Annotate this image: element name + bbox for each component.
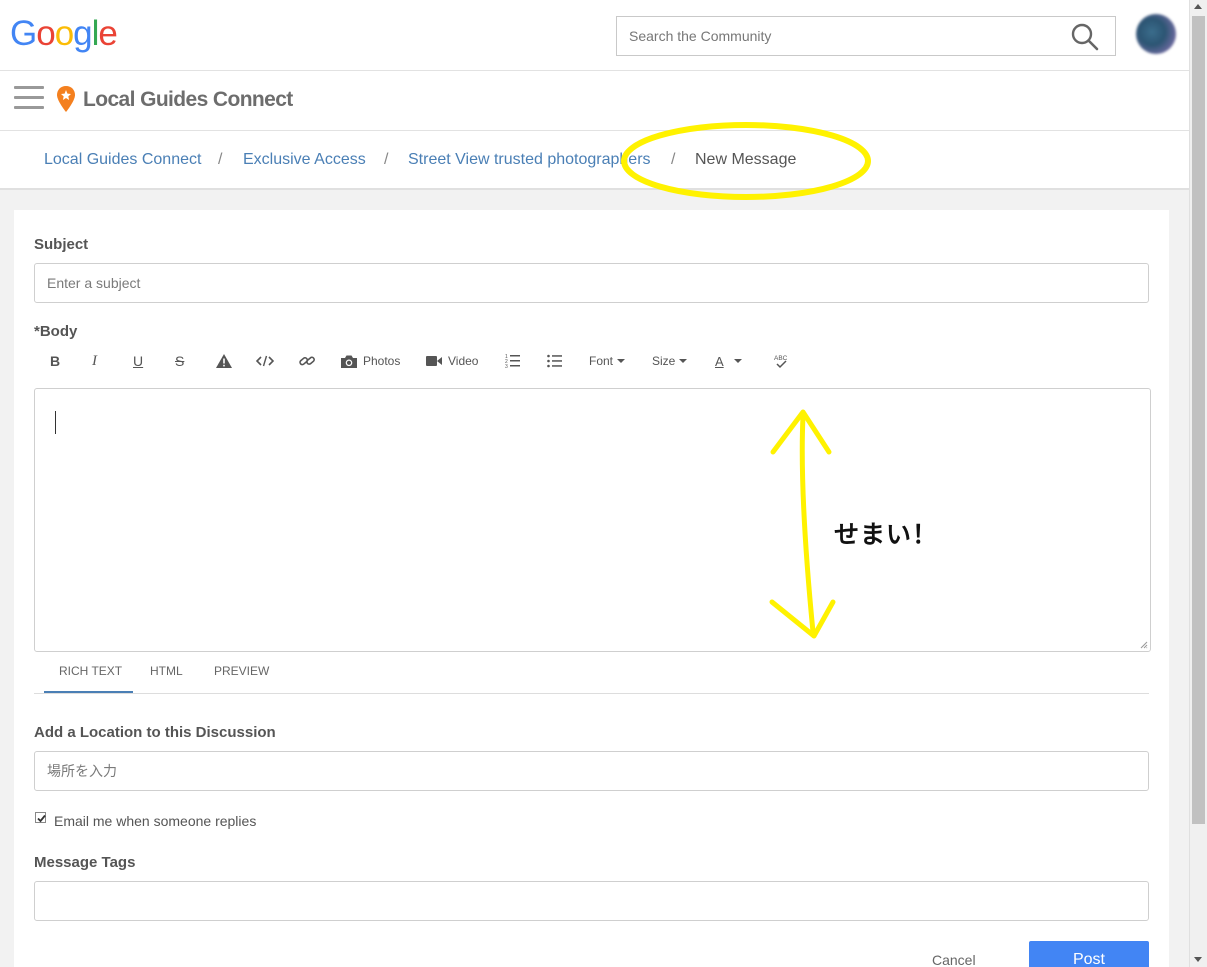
subject-field-wrap [34,263,1149,303]
breadcrumb: Local Guides Connect / Exclusive Access … [0,131,1189,190]
breadcrumb-separator: / [218,151,223,168]
email-replies-label[interactable]: Email me when someone replies [54,813,256,829]
location-label: Add a Location to this Discussion [34,724,276,741]
user-avatar[interactable] [1136,14,1176,54]
code-icon [256,355,274,367]
text-color-icon: A [715,353,724,369]
link-icon [299,356,315,366]
caret-down-icon [733,359,742,363]
google-logo[interactable]: Google [10,14,118,54]
breadcrumb-item-street-view[interactable]: Street View trusted photographers [408,151,651,169]
bold-button[interactable]: B [50,348,60,374]
local-guides-pin-icon [57,86,75,112]
tab-html[interactable]: HTML [150,664,183,678]
new-message-form: Subject *Body B I U S [14,210,1169,967]
breadcrumb-separator: / [384,151,389,168]
text-cursor [55,411,56,434]
video-camera-icon [426,356,442,366]
font-dropdown[interactable]: Font [589,348,626,374]
tags-input[interactable] [35,882,1148,920]
spellcheck-button[interactable]: ABC [773,348,789,374]
menu-icon[interactable] [14,86,44,112]
italic-button[interactable]: I [92,348,97,374]
breadcrumb-item-local-guides-connect[interactable]: Local Guides Connect [44,151,201,169]
tab-preview[interactable]: PREVIEW [214,664,269,678]
strikethrough-button[interactable]: S [175,348,184,374]
spellcheck-icon: ABC [774,355,788,369]
code-button[interactable] [256,348,274,374]
tags-field-wrap [34,881,1149,921]
active-tab-indicator [44,691,133,693]
svg-text:3: 3 [505,364,508,369]
message-tags-label: Message Tags [34,854,136,871]
spoiler-button[interactable] [215,348,233,374]
breadcrumb-item-exclusive-access[interactable]: Exclusive Access [243,151,366,169]
resize-grip-icon[interactable] [1140,641,1148,649]
logo-letter: o [36,14,55,53]
size-label: Size [652,354,676,368]
numbered-list-icon: 1 2 3 [505,354,520,369]
search-input[interactable] [617,17,1057,55]
video-label: Video [448,354,479,368]
search-icon[interactable] [1071,23,1099,51]
font-label: Font [589,354,614,368]
logo-letter: e [98,14,117,53]
underline-button[interactable]: U [133,348,143,374]
logo-letter: G [10,14,37,53]
body-editor[interactable] [34,388,1151,652]
scroll-down-arrow-icon[interactable] [1194,957,1202,962]
google-logo-letters: Google [10,14,118,53]
editor-toolbar: B I U S Photos Video 1 2 3 Font Size A A… [34,348,1149,374]
camera-icon [341,355,357,368]
underline-icon: U [133,353,144,369]
photos-button[interactable]: Photos [340,348,400,374]
location-field-wrap [34,751,1149,791]
bullet-list-icon [547,354,562,368]
bold-icon: B [50,353,61,369]
logo-letter: g [73,14,92,53]
video-button[interactable]: Video [425,348,478,374]
cancel-button[interactable]: Cancel [932,952,976,967]
scroll-thumb[interactable] [1192,16,1205,824]
page-scrollbar[interactable] [1189,0,1207,967]
size-dropdown[interactable]: Size [652,348,688,374]
bullet-list-button[interactable] [547,348,563,374]
community-search [616,16,1116,56]
subject-label: Subject [34,236,89,253]
checkmark-icon [37,814,46,823]
annotation-text: せまい！ [834,520,939,549]
text-color-dropdown[interactable]: A [715,348,742,374]
post-button[interactable]: Post [1029,941,1149,967]
community-title[interactable]: Local Guides Connect [83,88,293,112]
numbered-list-button[interactable]: 1 2 3 [505,348,521,374]
scroll-up-arrow-icon[interactable] [1194,4,1202,9]
link-button[interactable] [298,348,316,374]
caret-down-icon [679,359,688,363]
breadcrumb-separator: / [671,151,676,168]
location-input[interactable] [35,752,1148,790]
strikethrough-icon: S [175,353,185,369]
subject-input[interactable] [35,264,1148,302]
warning-icon [216,354,232,368]
logo-letter: o [54,14,74,53]
body-label: *Body [34,323,78,340]
top-bar: Google [0,0,1189,71]
caret-down-icon [617,359,626,363]
email-replies-checkbox[interactable] [35,812,46,823]
italic-icon: I [92,352,97,369]
photos-label: Photos [363,354,401,368]
breadcrumb-current: New Message [695,151,797,168]
tab-rich-text[interactable]: RICH TEXT [59,664,122,678]
editor-mode-tabs: RICH TEXT HTML PREVIEW [34,652,1149,694]
community-bar: Local Guides Connect [0,71,1189,131]
